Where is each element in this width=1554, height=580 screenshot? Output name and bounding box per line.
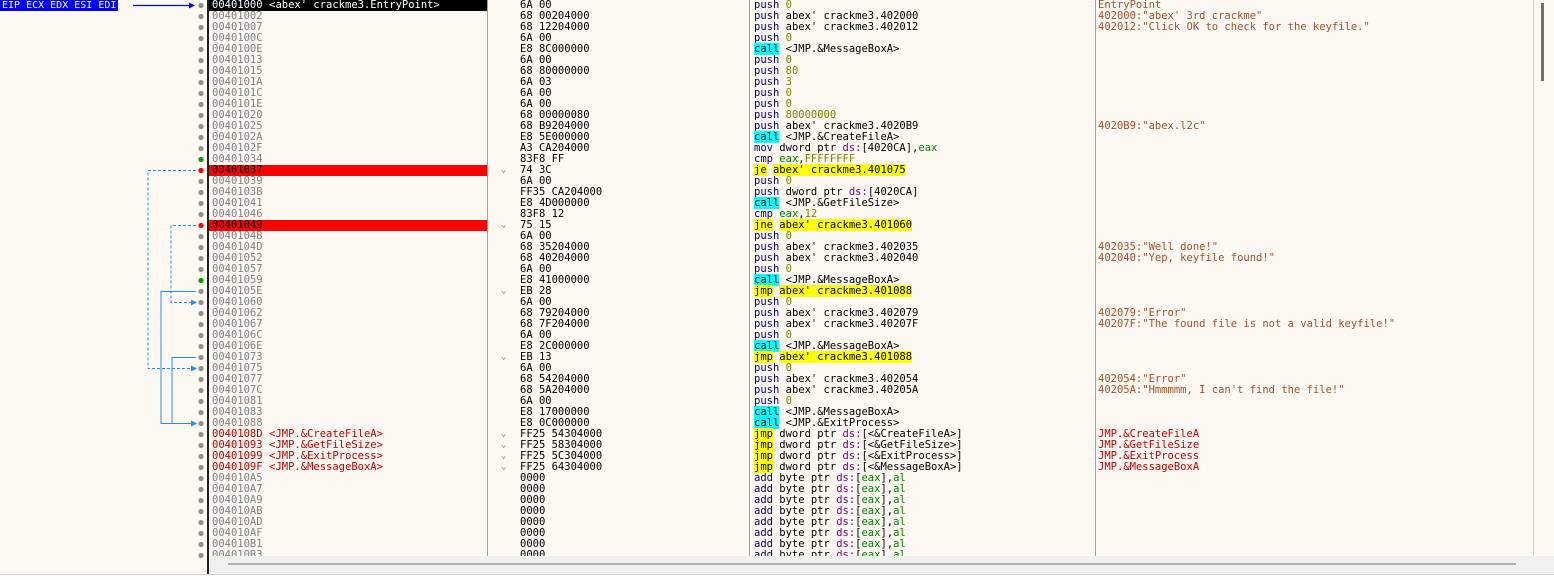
horizontal-scroll-thumb[interactable] xyxy=(228,563,1516,565)
address-label: <abex' crackme3.EntryPoint> xyxy=(269,0,440,11)
gutter-dot xyxy=(198,266,204,273)
disassembly-listing[interactable]: 00401000 <abex' crackme3.EntryPoint> 6A 00… xyxy=(209,0,1533,556)
gutter-dot xyxy=(198,299,204,306)
gutter-dot xyxy=(198,541,204,548)
comment: 402040:"Yep, keyfile found!" xyxy=(1098,252,1276,264)
instruction-row[interactable]: 00401037 ⌄ 74 3C je abex' crackme3.401075 xyxy=(209,164,1533,176)
address-label: <JMP.&MessageBoxA> xyxy=(269,461,383,473)
gutter-dot xyxy=(198,508,204,515)
instruction-row[interactable]: 0040100E E8 8C000000 call <JMP.&MessageBox… xyxy=(209,43,1533,55)
instruction-row[interactable]: 00401067 68 7F204000 push abex' crackme3.4… xyxy=(209,319,1533,330)
gutter-dot xyxy=(198,90,204,97)
instruction-row[interactable]: 00401073 ⌄ EB 13 jmp abex' crackme3.401088 xyxy=(209,351,1533,363)
gutter-dot xyxy=(198,156,204,163)
gutter-dot xyxy=(198,101,204,108)
gutter-dot xyxy=(198,365,204,372)
jump-arrow-je-head xyxy=(191,365,197,372)
gutter-dot xyxy=(198,398,204,405)
instruction-row[interactable]: 00401007 68 12204000 push abex' crackme3.4… xyxy=(209,22,1533,33)
jump-marker: ⌄ xyxy=(501,429,507,439)
instruction-row[interactable]: 0040105E ⌄ EB 28 jmp abex' crackme3.401088 xyxy=(209,285,1533,297)
gutter-dot xyxy=(198,178,204,185)
eip-arrowhead xyxy=(189,2,195,9)
jump-marker: ⌄ xyxy=(501,286,507,296)
jump-marker: ⌄ xyxy=(501,165,507,175)
gutter-dot xyxy=(198,486,204,493)
jump-arrow-gutter: EIP ECX EDX ESI EDI xyxy=(0,0,208,574)
gutter-dot xyxy=(198,2,204,9)
jump-arrow-jmp-2-head xyxy=(191,420,197,427)
status-strip xyxy=(0,574,1554,580)
gutter-dot xyxy=(198,167,204,174)
gutter-dot xyxy=(198,288,204,295)
gutter-dot xyxy=(198,24,204,31)
vertical-scrollbar[interactable] xyxy=(1533,0,1554,556)
gutter-dot xyxy=(198,310,204,317)
gutter-dot xyxy=(198,200,204,207)
gutter-dot xyxy=(198,475,204,482)
jump-marker: ⌄ xyxy=(501,451,507,461)
gutter-dot xyxy=(198,409,204,416)
comment: 4020B9:"abex.l2c" xyxy=(1098,120,1206,132)
gutter-dot xyxy=(198,332,204,339)
instruction-row[interactable]: 00401052 68 40204000 push abex' crackme3.4… xyxy=(209,253,1533,264)
instruction-row[interactable]: 00401013 6A 00 push 0 xyxy=(209,55,1533,66)
gutter-dot xyxy=(198,277,204,284)
gutter-dot xyxy=(198,519,204,526)
gutter-dot xyxy=(198,112,204,119)
instruction-row[interactable]: 0040107C 68 5A204000 push abex' crackme3.4… xyxy=(209,385,1533,396)
gutter-dot xyxy=(198,343,204,350)
vertical-scroll-thumb[interactable] xyxy=(1541,3,1544,81)
instruction-row[interactable]: 0040101A 6A 03 push 3 xyxy=(209,77,1533,88)
gutter-dot xyxy=(198,57,204,64)
gutter-dot xyxy=(198,134,204,141)
gutter-dot xyxy=(198,189,204,196)
gutter-dot xyxy=(198,211,204,218)
gutter-dot xyxy=(198,552,204,559)
jump-marker: ⌄ xyxy=(501,462,507,472)
gutter-dot xyxy=(198,464,204,471)
jump-marker: ⌄ xyxy=(501,440,507,450)
gutter-dot xyxy=(198,530,204,537)
gutter-dot xyxy=(198,321,204,328)
gutter-dot xyxy=(198,453,204,460)
gutter-dot xyxy=(198,35,204,42)
instruction-row[interactable]: 0040101C 6A 00 push 0 xyxy=(209,88,1533,99)
gutter-dot xyxy=(198,244,204,251)
jump-marker: ⌄ xyxy=(501,352,507,362)
jump-arrows xyxy=(133,2,204,559)
jump-marker: ⌄ xyxy=(501,220,507,230)
gutter-dot xyxy=(198,123,204,130)
gutter-dot xyxy=(198,354,204,361)
jump-arrow-jne-head xyxy=(191,299,197,306)
jump-arrow-jne xyxy=(170,225,196,303)
jump-arrow-je xyxy=(147,170,196,369)
gutter-dot xyxy=(198,420,204,427)
gutter-dot xyxy=(198,145,204,152)
gutter-dot xyxy=(198,376,204,383)
gutter-dot xyxy=(198,46,204,53)
gutter-dot xyxy=(198,387,204,394)
gutter-dot xyxy=(198,255,204,262)
instruction-row[interactable]: 0040101E 6A 00 push 0 xyxy=(209,99,1533,110)
gutter-dot xyxy=(198,442,204,449)
gutter-dot xyxy=(198,68,204,75)
gutter-dot xyxy=(198,497,204,504)
instruction-row[interactable]: 00401049 ⌄ 75 15 jne abex' crackme3.401060 xyxy=(209,219,1533,231)
comment: JMP.&MessageBoxA xyxy=(1098,461,1200,473)
gutter-dot xyxy=(198,13,204,20)
instruction-row[interactable]: 0040102F A3 CA204000 mov dword ptr ds:[402… xyxy=(209,143,1533,154)
gutter-dot xyxy=(198,431,204,438)
gutter-dot xyxy=(198,222,204,229)
instruction-row[interactable]: 00401041 E8 4D000000 call <JMP.&GetFileSiz… xyxy=(209,197,1533,209)
comment: 40207F:"The found file is not a valid ke… xyxy=(1098,318,1396,330)
gutter-dot xyxy=(198,79,204,86)
gutter-dot xyxy=(198,233,204,240)
horizontal-scrollbar[interactable] xyxy=(209,556,1554,574)
comment: 402012:"Click OK to check for the keyfil… xyxy=(1098,21,1370,33)
instruction-row[interactable]: 00401015 68 80000000 push 80 xyxy=(209,66,1533,77)
comment: 40205A:"Hmmmmm, I can't find the file!" xyxy=(1098,384,1345,396)
